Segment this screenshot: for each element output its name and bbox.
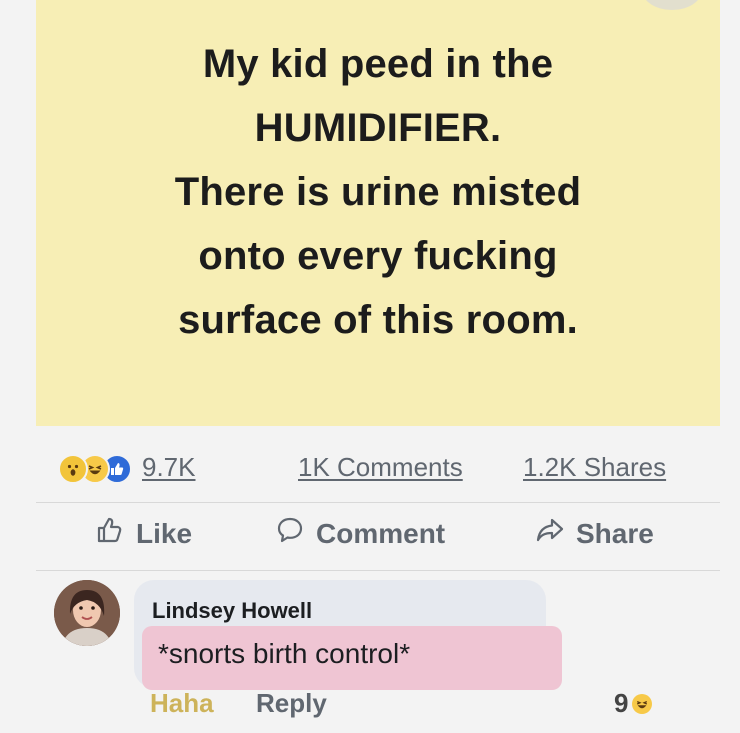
post-text-line: There is urine misted — [174, 170, 582, 214]
haha-reaction-link[interactable]: Haha — [150, 688, 214, 719]
comment-bubble: Lindsey Howell *snorts birth control* — [134, 580, 562, 690]
wow-icon — [58, 454, 88, 484]
post-text-line: onto every fucking — [198, 234, 558, 278]
share-arrow-icon — [536, 516, 564, 551]
post-text-line: surface of this room. — [178, 298, 578, 342]
post-text-line: My kid peed in the — [202, 42, 554, 86]
post-action-bar: Like Comment Share — [36, 510, 720, 566]
avatar[interactable] — [54, 580, 120, 646]
divider — [36, 570, 720, 571]
reaction-count[interactable]: 9.7K — [142, 452, 196, 483]
share-button[interactable]: Share — [536, 516, 654, 551]
like-button-label: Like — [136, 517, 193, 549]
post-text: My kid peed in the HUMIDIFIER. There is … — [36, 32, 720, 352]
comments-count-link[interactable]: 1K Comments — [298, 452, 463, 483]
corner-avatar-fragment — [642, 0, 702, 10]
comment-highlight: *snorts birth control* — [142, 626, 562, 690]
reaction-stats-bar: 9.7K 1K Comments 1.2K Shares — [58, 448, 708, 488]
comment-button-label: Comment — [316, 517, 446, 549]
thumbs-up-icon — [96, 516, 124, 551]
speech-bubble-icon — [276, 516, 304, 551]
comment-reaction-count[interactable]: 9 — [614, 688, 653, 719]
divider — [36, 502, 720, 503]
share-button-label: Share — [576, 517, 654, 549]
reply-link[interactable]: Reply — [256, 688, 327, 719]
post-text-line: HUMIDIFIER. — [254, 106, 502, 150]
shares-count-link[interactable]: 1.2K Shares — [523, 452, 666, 483]
like-button[interactable]: Like — [96, 516, 192, 551]
comment: Lindsey Howell *snorts birth control* Ha… — [54, 580, 714, 730]
haha-icon — [632, 693, 653, 714]
comment-author-name[interactable]: Lindsey Howell — [152, 598, 312, 624]
comment-reaction-number: 9 — [614, 688, 629, 718]
comment-text: *snorts birth control* — [158, 638, 411, 669]
comment-button[interactable]: Comment — [276, 516, 445, 551]
post-card: My kid peed in the HUMIDIFIER. There is … — [36, 0, 720, 426]
